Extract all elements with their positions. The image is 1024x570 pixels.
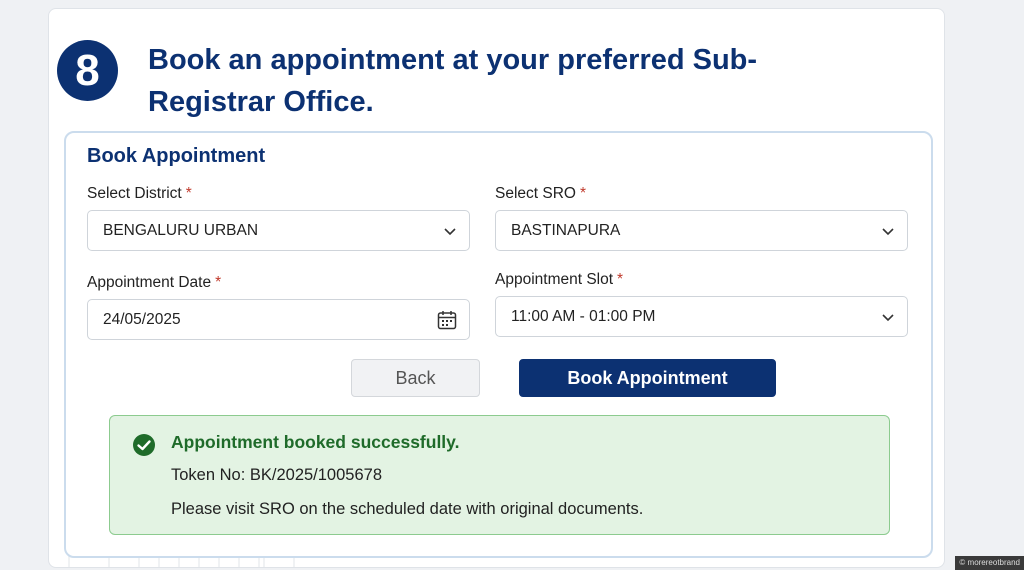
district-value: BENGALURU URBAN: [103, 221, 259, 239]
chevron-down-icon: [444, 228, 456, 236]
success-alert: Appointment booked successfully. Token N…: [109, 415, 890, 535]
book-appointment-card: Book Appointment Select District * BENGAL…: [64, 131, 933, 558]
success-message: Appointment booked successfully.: [171, 432, 460, 452]
token-number: Token No: BK/2025/1005678: [171, 466, 382, 484]
required-marker: *: [579, 185, 587, 202]
book-appointment-button[interactable]: Book Appointment: [519, 359, 776, 397]
sro-value: BASTINAPURA: [511, 221, 621, 239]
slot-value: 11:00 AM - 01:00 PM: [511, 307, 656, 325]
sro-label: Select SRO *: [495, 185, 586, 203]
visit-note: Please visit SRO on the scheduled date w…: [171, 500, 644, 518]
required-marker: *: [617, 271, 624, 288]
chevron-down-icon: [882, 228, 894, 236]
date-label: Appointment Date *: [87, 274, 221, 292]
page-panel: 8 Book an appointment at your preferred …: [48, 8, 945, 568]
required-marker: *: [185, 185, 192, 202]
date-value: 24/05/2025: [103, 310, 181, 328]
slot-label: Appointment Slot *: [495, 271, 623, 289]
slot-label-text: Appointment Slot: [495, 271, 614, 288]
district-select[interactable]: BENGALURU URBAN: [87, 210, 470, 251]
district-label: Select District *: [87, 185, 192, 203]
image-credit: © morereotbrand: [955, 556, 1024, 570]
sro-label-text: Select SRO: [495, 185, 576, 202]
check-circle-icon: [133, 434, 155, 456]
back-button[interactable]: Back: [351, 359, 480, 397]
sro-select[interactable]: BASTINAPURA: [495, 210, 908, 251]
card-title: Book Appointment: [87, 145, 266, 167]
step-title: Book an appointment at your preferred Su…: [148, 44, 758, 118]
district-label-text: Select District: [87, 185, 182, 202]
step-number-badge: 8: [57, 40, 118, 101]
required-marker: *: [215, 274, 222, 291]
calendar-icon[interactable]: [436, 309, 458, 331]
date-label-text: Appointment Date: [87, 274, 212, 291]
appointment-slot-select[interactable]: 11:00 AM - 01:00 PM: [495, 296, 908, 337]
chevron-down-icon: [882, 314, 894, 322]
appointment-date-input[interactable]: 24/05/2025: [87, 299, 470, 340]
